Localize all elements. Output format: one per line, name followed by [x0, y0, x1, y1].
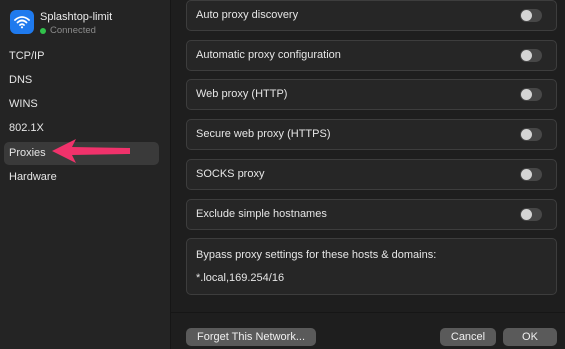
- socks-toggle[interactable]: [520, 168, 542, 181]
- toggle-knob: [521, 209, 532, 220]
- network-name: Splashtop-limit: [40, 11, 113, 23]
- pointer-arrow-icon: [52, 139, 130, 163]
- web-http-toggle[interactable]: [520, 88, 542, 101]
- bypass-box: Bypass proxy settings for these hosts & …: [186, 238, 557, 295]
- proxy-row-web-http: Web proxy (HTTP): [186, 79, 557, 110]
- proxy-row-auto-discovery: Auto proxy discovery: [186, 0, 557, 31]
- proxy-row-secure-https: Secure web proxy (HTTPS): [186, 119, 557, 150]
- toggle-knob: [521, 89, 532, 100]
- sidebar-item-hardware[interactable]: Hardware: [4, 166, 159, 189]
- sidebar-item-dns[interactable]: DNS: [4, 69, 159, 92]
- proxy-row-exclude-simple: Exclude simple hostnames: [186, 199, 557, 230]
- network-status: Connected: [40, 25, 96, 36]
- bypass-label: Bypass proxy settings for these hosts & …: [196, 249, 437, 261]
- proxy-label: Automatic proxy configuration: [196, 49, 341, 61]
- sidebar-item-tcpip[interactable]: TCP/IP: [4, 45, 159, 68]
- auto-config-toggle[interactable]: [520, 49, 542, 62]
- proxy-row-socks: SOCKS proxy: [186, 159, 557, 190]
- toggle-knob: [521, 50, 532, 61]
- network-header: Splashtop-limit Connected: [10, 9, 165, 37]
- proxy-label: Auto proxy discovery: [196, 9, 299, 21]
- proxy-label: Web proxy (HTTP): [196, 88, 288, 100]
- status-dot-icon: [40, 27, 46, 34]
- toggle-knob: [521, 129, 532, 140]
- network-status-text: Connected: [50, 25, 96, 36]
- bypass-input[interactable]: *.local,169.254/16: [196, 272, 284, 284]
- proxy-label: Exclude simple hostnames: [196, 208, 327, 220]
- auto-discovery-toggle[interactable]: [520, 9, 542, 22]
- proxy-row-auto-config: Automatic proxy configuration: [186, 40, 557, 71]
- proxies-panel: Auto proxy discovery Automatic proxy con…: [171, 0, 565, 349]
- proxy-label: SOCKS proxy: [196, 168, 265, 180]
- toggle-knob: [521, 169, 532, 180]
- cancel-button[interactable]: Cancel: [440, 328, 496, 346]
- sidebar: Splashtop-limit Connected TCP/IP DNS WIN…: [0, 0, 171, 349]
- footer-divider: [171, 312, 565, 313]
- ok-button[interactable]: OK: [503, 328, 557, 346]
- sidebar-item-wins[interactable]: WINS: [4, 93, 159, 116]
- secure-https-toggle[interactable]: [520, 128, 542, 141]
- sidebar-item-8021x[interactable]: 802.1X: [4, 117, 159, 140]
- wifi-icon: [10, 10, 34, 34]
- toggle-knob: [521, 10, 532, 21]
- forget-network-button[interactable]: Forget This Network...: [186, 328, 316, 346]
- exclude-simple-toggle[interactable]: [520, 208, 542, 221]
- proxy-label: Secure web proxy (HTTPS): [196, 128, 331, 140]
